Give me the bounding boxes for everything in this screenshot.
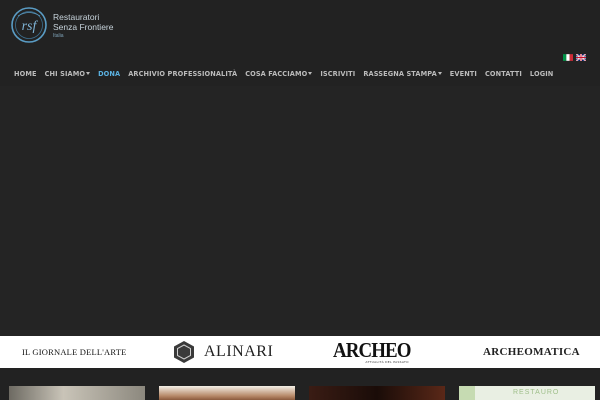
news-thumbnail[interactable] (9, 386, 145, 400)
nav-home[interactable]: HOME (10, 70, 41, 78)
news-thumbnail[interactable] (309, 386, 445, 400)
partner-alinari[interactable]: ALINARI (172, 336, 273, 368)
hero-slider-area (0, 86, 600, 336)
nav-login[interactable]: LOGIN (526, 70, 557, 78)
partner-archeo[interactable]: ARCHEO ATTUALITÀ DEL PASSATO (333, 336, 419, 368)
partner-alinari-label: ALINARI (204, 343, 274, 360)
nav-contatti[interactable]: CONTATTI (481, 70, 526, 78)
partners-strip: IL GIORNALE DELL'ARTE ALINARI ARCHEO ATT… (0, 336, 600, 368)
nav-cosa-facciamo-label: COSA FACCIAMO (245, 70, 308, 78)
nav-chi-siamo-label: CHI SIAMO (44, 70, 86, 78)
nav-iscriviti[interactable]: ISCRIVITI (316, 70, 359, 78)
partner-giornale-label: IL GIORNALE DELL'ARTE (22, 347, 127, 357)
site-header: rsf Restauratori Senza Frontiere Italia (0, 0, 600, 61)
logo-text: Restauratori Senza Frontiere Italia (53, 12, 114, 40)
nav-rassegna-stampa[interactable]: RASSEGNA STAMPA (359, 70, 445, 78)
italian-flag-icon[interactable] (563, 54, 573, 61)
caret-down-icon (437, 72, 442, 75)
language-switcher (563, 54, 586, 61)
logo-subtitle: Italia (53, 33, 64, 39)
english-flag-icon[interactable] (576, 54, 586, 61)
nav-eventi[interactable]: EVENTI (446, 70, 481, 78)
partner-archeomatica-label: ARCHEOMATICA (483, 346, 580, 358)
nav-cosa-facciamo[interactable]: COSA FACCIAMO (241, 70, 316, 78)
caret-down-icon (86, 72, 91, 75)
caret-down-icon (308, 72, 313, 75)
news-thumbnail[interactable]: RESTAURO (459, 386, 595, 400)
logo-line-2: Senza Frontiere (53, 21, 114, 32)
news-thumbnail[interactable] (159, 386, 295, 400)
main-nav: HOME CHI SIAMO DONA ARCHIVIO PROFESSIONA… (10, 67, 557, 81)
nav-dona[interactable]: DONA (94, 70, 124, 78)
partner-archeomatica[interactable]: ARCHEOMATICA (483, 336, 580, 368)
news-thumbnails: RESTAURO (0, 386, 600, 400)
partner-giornale-dell-arte[interactable]: IL GIORNALE DELL'ARTE (22, 336, 127, 368)
alinari-hexagon-icon (174, 341, 194, 363)
nav-chi-siamo[interactable]: CHI SIAMO (41, 70, 94, 78)
restauro-label: RESTAURO (513, 389, 560, 396)
logo-mark-icon: rsf (11, 7, 47, 43)
leaf-image (459, 386, 475, 400)
logo-mark-text: rsf (22, 19, 39, 34)
partner-archeo-label: ARCHEO (333, 338, 411, 362)
site-logo[interactable]: rsf Restauratori Senza Frontiere Italia (9, 5, 129, 49)
nav-archivio-professionalita[interactable]: ARCHIVIO PROFESSIONALITÀ (124, 70, 241, 78)
nav-rassegna-stampa-label: RASSEGNA STAMPA (363, 70, 437, 78)
